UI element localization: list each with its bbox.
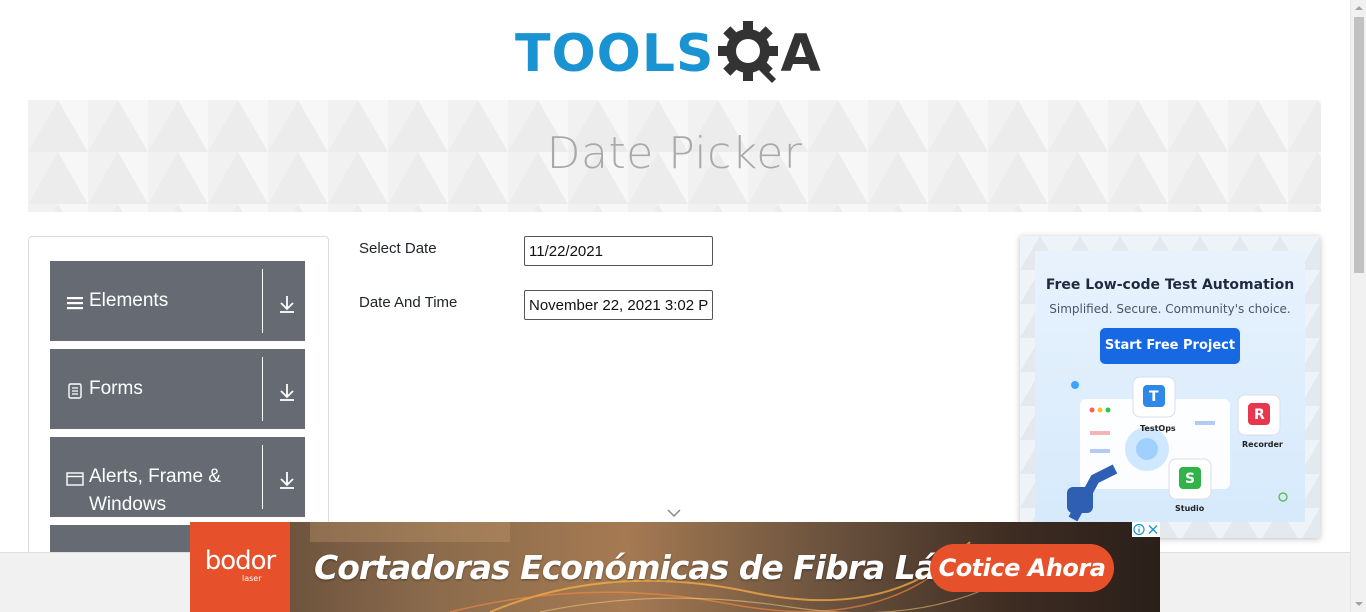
page: TOOLS A Date Picker Elements Forms Alert… (0, 0, 1366, 612)
select-date-label: Select Date (359, 240, 437, 257)
chevron-down-icon[interactable] (666, 507, 682, 519)
divider (262, 269, 263, 333)
ad-illustration: T TestOps R Recorder S Studio (1067, 376, 1288, 522)
svg-text:R: R (1254, 407, 1265, 423)
ad-slogan: Cortadoras Económicas de Fibra Láser (314, 548, 992, 587)
bodor-subbrand: laser (242, 574, 262, 583)
date-and-time-input[interactable] (524, 290, 713, 320)
ad-content: Free Low-code Test Automation Simplified… (1035, 251, 1305, 522)
sidebar-group-label: Alerts, Frame & Windows (89, 466, 221, 515)
testops-label: TestOps (1140, 424, 1176, 433)
gear-magnifier-icon (718, 21, 779, 83)
scroll-down-arrow-icon[interactable] (1351, 596, 1366, 612)
studio-label: Studio (1175, 504, 1205, 513)
select-date-input[interactable] (524, 236, 713, 266)
divider (262, 357, 263, 421)
ad-info-icon[interactable] (1132, 522, 1146, 537)
ad-subheading: Simplified. Secure. Community's choice. (1049, 302, 1291, 316)
scroll-up-arrow-icon[interactable] (1351, 0, 1366, 16)
hamburger-icon (67, 297, 83, 310)
vertical-scrollbar[interactable] (1350, 0, 1366, 612)
ad-controls (1132, 522, 1160, 537)
sidebar-group-label: Elements (89, 290, 169, 311)
logo-tools-text: TOOLS (515, 24, 715, 84)
sidebar-group-label: Forms (89, 378, 143, 399)
document-icon (68, 383, 82, 399)
page-title: Date Picker (546, 128, 803, 179)
sidebar-group-alerts-frame-windows[interactable]: Alerts, Frame & Windows (50, 437, 305, 517)
svg-text:S: S (1185, 471, 1195, 487)
scrollbar-thumb[interactable] (1354, 17, 1364, 273)
svg-text:T: T (1149, 389, 1159, 405)
bodor-banner-ad[interactable]: bodor laser Cortadoras Económicas de Fib… (190, 522, 1160, 612)
bodor-brand: bodor (204, 546, 277, 576)
download-arrow-icon[interactable] (276, 293, 298, 315)
cotice-ahora-button[interactable]: Cotice Ahora (930, 544, 1114, 592)
start-free-project-button[interactable]: Start Free Project (1100, 328, 1240, 364)
window-icon (66, 472, 84, 486)
bodor-logo: bodor laser (190, 522, 290, 612)
download-arrow-icon[interactable] (276, 469, 298, 491)
divider (262, 445, 263, 509)
date-and-time-label: Date And Time (359, 294, 458, 311)
sidebar-group-elements[interactable]: Elements (50, 261, 305, 341)
download-arrow-icon[interactable] (276, 381, 298, 403)
ad-heading: Free Low-code Test Automation (1045, 277, 1295, 293)
sidebar-group-forms[interactable]: Forms (50, 349, 305, 429)
logo-a-text: A (780, 24, 821, 84)
page-banner: Date Picker (28, 100, 1321, 212)
toolsqa-logo[interactable]: TOOLS A (515, 16, 840, 92)
katalon-ad[interactable]: Free Low-code Test Automation Simplified… (1020, 236, 1320, 538)
recorder-label: Recorder (1242, 440, 1283, 449)
ad-close-icon[interactable] (1146, 522, 1160, 537)
